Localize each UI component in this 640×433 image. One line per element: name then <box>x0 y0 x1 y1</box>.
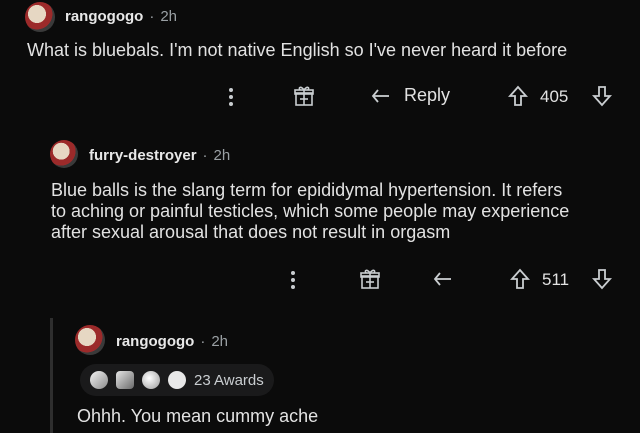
comment-text: What is bluebals. I'm not native English… <box>27 40 568 60</box>
award-icon <box>116 371 134 389</box>
separator: · <box>202 147 208 164</box>
awards-count: 23 Awards <box>194 371 264 389</box>
award-icon <box>168 371 186 389</box>
comment-text: Ohhh. You mean cummy ache <box>77 406 319 426</box>
more-vertical-icon[interactable] <box>290 270 296 290</box>
downvote-arrow-icon[interactable] <box>592 268 612 290</box>
comment-text-line: Blue balls is the slang term for epididy… <box>51 180 563 200</box>
comment-text: Blue balls is the slang term for epididy… <box>51 180 631 243</box>
reply-arrow-icon <box>370 86 392 106</box>
vote-count: 511 <box>542 270 570 289</box>
award-icon <box>90 371 108 389</box>
award-icon <box>142 371 160 389</box>
avatar[interactable] <box>25 2 55 32</box>
comment-text-line: after sexual arousal that does not resul… <box>51 222 451 242</box>
username[interactable]: rangogogo <box>116 333 194 350</box>
upvote-arrow-icon[interactable] <box>508 85 528 107</box>
comment-header: rangogogo · 2h <box>116 333 228 350</box>
avatar[interactable] <box>50 140 78 168</box>
comment-text-line: to aching or painful testicles, which so… <box>51 201 570 221</box>
separator: · <box>149 8 155 25</box>
comment-actions: Reply 405 <box>220 83 620 111</box>
gift-icon[interactable] <box>359 268 381 290</box>
gift-icon[interactable] <box>293 85 315 107</box>
timestamp: 2h <box>213 147 231 164</box>
reply-label: Reply <box>404 85 451 105</box>
vote-count: 405 <box>540 87 569 106</box>
comment-header: rangogogo · 2h <box>65 8 177 25</box>
awards-pill[interactable]: 23 Awards <box>80 364 274 396</box>
comment-header: furry-destroyer · 2h <box>89 147 230 164</box>
comment-actions: 511 <box>280 266 620 294</box>
separator: · <box>200 333 206 350</box>
username[interactable]: rangogogo <box>65 8 143 25</box>
reply-arrow-icon[interactable] <box>432 269 454 289</box>
thread-line[interactable] <box>50 318 53 433</box>
avatar[interactable] <box>75 325 105 355</box>
timestamp: 2h <box>160 8 178 25</box>
upvote-arrow-icon[interactable] <box>510 268 530 290</box>
username[interactable]: furry-destroyer <box>89 147 197 164</box>
reply-button[interactable]: Reply <box>370 85 450 106</box>
more-vertical-icon[interactable] <box>228 87 234 107</box>
timestamp: 2h <box>211 333 229 350</box>
downvote-arrow-icon[interactable] <box>592 85 612 107</box>
